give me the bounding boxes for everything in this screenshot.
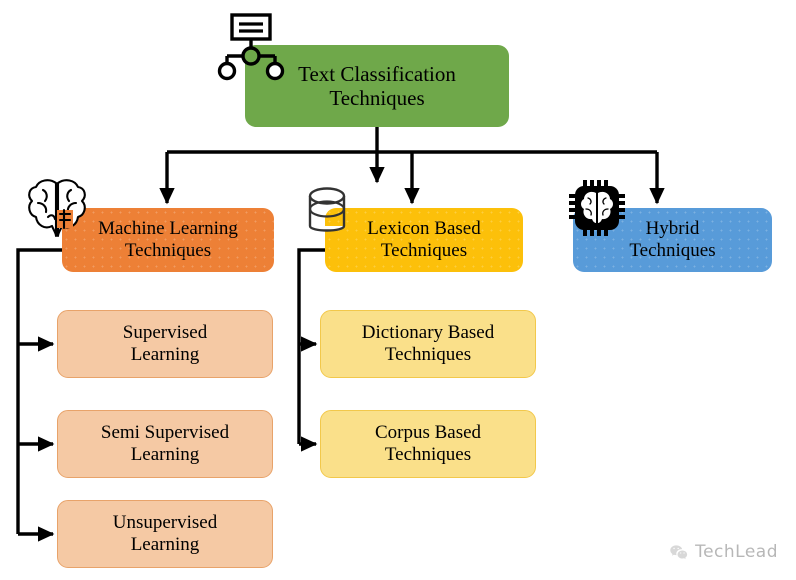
node-semi-supervised-learning[interactable]: Semi Supervised Learning [57,410,273,478]
node-label: Text Classification Techniques [298,61,456,110]
node-label: Machine Learning Techniques [98,217,238,261]
node-label: Dictionary Based Techniques [361,321,495,365]
node-label: Unsupervised Learning [112,511,218,555]
node-label: Semi Supervised Learning [100,421,230,465]
watermark-label: TechLead [695,542,778,562]
node-machine-learning-techniques[interactable]: Machine Learning Techniques [62,208,274,272]
node-supervised-learning[interactable]: Supervised Learning [57,310,273,378]
connector-ml-rail [16,248,75,534]
node-label: Supervised Learning [122,321,208,365]
diagram-canvas: Text Classification Techniques Machine L… [0,0,796,580]
node-label: Corpus Based Techniques [374,421,482,465]
watermark: TechLead [669,542,778,562]
node-unsupervised-learning[interactable]: Unsupervised Learning [57,500,273,568]
node-dictionary-based-techniques[interactable]: Dictionary Based Techniques [320,310,536,378]
node-label: Lexicon Based Techniques [367,217,481,261]
node-text-classification-techniques[interactable]: Text Classification Techniques [245,45,509,127]
node-lexicon-based-techniques[interactable]: Lexicon Based Techniques [325,208,523,272]
node-corpus-based-techniques[interactable]: Corpus Based Techniques [320,410,536,478]
node-label: Hybrid Techniques [629,217,716,261]
node-hybrid-techniques[interactable]: Hybrid Techniques [573,208,772,272]
wechat-icon [670,544,688,559]
